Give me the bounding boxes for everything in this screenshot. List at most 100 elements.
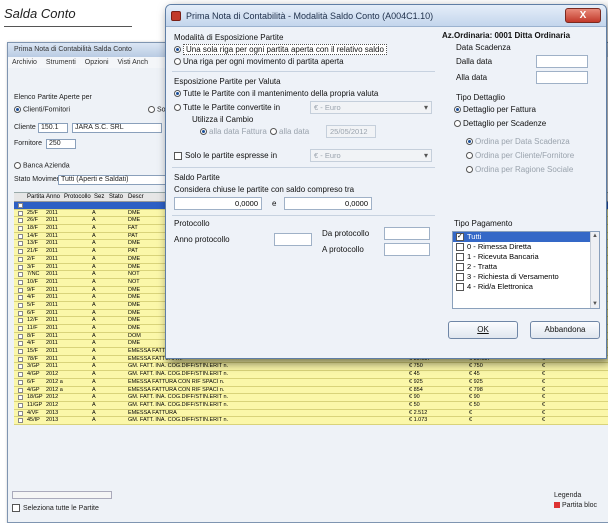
radio-ordina-data[interactable]: Ordina per Data Scadenza xyxy=(466,137,570,146)
list-scrollbar[interactable]: ▲ ▼ xyxy=(590,232,599,308)
saldo-da-field[interactable]: 0,0000 xyxy=(174,197,262,210)
row-checkbox[interactable] xyxy=(18,295,23,301)
row-checkbox[interactable] xyxy=(18,256,23,262)
row-checkbox[interactable] xyxy=(18,264,23,270)
table-row[interactable]: 4/GP 2012 A GM. FATT. INA. COG.DIFF/STIN.ER… xyxy=(14,371,608,379)
row-checkbox[interactable] xyxy=(18,249,23,255)
checkbox-icon[interactable] xyxy=(456,263,464,272)
row-checkbox[interactable] xyxy=(18,387,23,393)
row-checkbox[interactable] xyxy=(18,364,23,370)
row-checkbox[interactable] xyxy=(18,302,23,308)
ok-button[interactable]: OK xyxy=(448,321,518,339)
row-checkbox[interactable] xyxy=(18,279,23,285)
close-icon[interactable]: X xyxy=(565,8,601,23)
row-checkbox[interactable] xyxy=(18,341,23,347)
data-cambio-field[interactable]: 25/05/2012 xyxy=(326,125,376,138)
menu-visti[interactable]: Visti Anch xyxy=(117,59,148,66)
row-checkbox[interactable] xyxy=(18,326,23,331)
alla-data-field[interactable] xyxy=(536,71,588,84)
row-checkbox[interactable] xyxy=(18,410,23,416)
checkbox-icon[interactable]: ✓ xyxy=(456,233,464,242)
valuta-solo-select[interactable]: € - Euro xyxy=(310,149,432,162)
radio-ordina-ragione[interactable]: Ordina per Ragione Sociale xyxy=(466,165,573,174)
table-row[interactable]: 11/GP 2012 A GM. FATT. INA. COG.DIFF/STIN.E… xyxy=(14,401,608,410)
checkbox-icon[interactable] xyxy=(456,243,464,252)
pagamento-item[interactable]: 2 - Tratta xyxy=(453,262,599,272)
table-row[interactable]: 6/F 2012 a A EMESSA FATTURA CON RIF SPACI n… xyxy=(14,378,608,387)
dalla-data-field[interactable] xyxy=(536,55,588,68)
row-checkbox[interactable] xyxy=(18,395,23,401)
col-partita[interactable]: Partita xyxy=(27,193,44,202)
radio-tutte-mantenimento[interactable]: Tutte le Partite con il mantenimento del… xyxy=(174,89,378,98)
row-checkbox[interactable] xyxy=(18,287,23,293)
row-checkbox[interactable] xyxy=(18,372,23,378)
radio-alla-data-fattura[interactable]: alla data Fattura xyxy=(200,127,267,136)
checkbox-icon[interactable] xyxy=(456,283,464,292)
da-protocollo-field[interactable] xyxy=(384,227,430,240)
radio-dettaglio-fattura[interactable]: Dettaglio per Fattura xyxy=(454,105,536,114)
cliente-name-field[interactable]: JARA S.C. SRL xyxy=(72,123,162,133)
table-row[interactable]: 4/VF 2013 A EMESSA FATTURA € 2.512 € € xyxy=(14,409,608,418)
pagamento-item[interactable]: 1 - Ricevuta Bancaria xyxy=(453,252,599,262)
row-checkbox[interactable] xyxy=(18,241,23,247)
row-checkbox[interactable] xyxy=(18,310,23,316)
col-anno[interactable]: Anno xyxy=(46,193,60,202)
menu-opzioni[interactable]: Opzioni xyxy=(85,59,109,66)
menu-archivio[interactable]: Archivio xyxy=(12,59,37,66)
row-checkbox[interactable] xyxy=(18,349,23,355)
cell-saldo: € 90 xyxy=(469,394,480,401)
anno-protocollo-field[interactable] xyxy=(274,233,312,246)
table-row[interactable]: 45/IP 2013 A GM. FATT. INA. COG.DIFF/STIN.E… xyxy=(14,417,608,425)
table-row[interactable]: 18/GP 2012 A GM. FATT. INA. COG.DIFF/STIN.E… xyxy=(14,394,608,402)
cell-anno: 2011 xyxy=(46,271,58,278)
scroll-down-icon[interactable]: ▼ xyxy=(592,301,598,307)
a-protocollo-field[interactable] xyxy=(384,243,430,256)
pagamento-item[interactable]: 3 - Richiesta di Versamento xyxy=(453,272,599,282)
row-checkbox[interactable] xyxy=(18,210,23,216)
radio-clienti[interactable]: Clienti/Fornitori xyxy=(14,106,70,113)
radio-riga-movimento[interactable]: Una riga per ogni movimento di partita a… xyxy=(174,57,344,66)
row-checkbox[interactable] xyxy=(18,379,23,385)
radio-tutte-convertite[interactable]: Tutte le Partite convertite in xyxy=(174,103,280,112)
checkbox-icon[interactable] xyxy=(456,273,464,282)
radio-icon xyxy=(148,106,155,113)
valuta-convertite-select[interactable]: € - Euro xyxy=(310,101,432,114)
radio-icon xyxy=(174,104,181,112)
seleziona-tutte-checkbox[interactable]: Seleziona tutte le Partite xyxy=(12,504,99,512)
check-solo-partite[interactable]: Solo le partite espresse in xyxy=(174,151,277,160)
abbandona-button[interactable]: Abbandona xyxy=(530,321,600,339)
table-row[interactable]: 3/GP 2011 A GM. FATT. INA. COG.DIFF/STIN.ER… xyxy=(14,363,608,372)
radio-ordina-cliente[interactable]: Ordina per Cliente/Fornitore xyxy=(466,151,574,160)
row-checkbox[interactable] xyxy=(18,418,23,424)
pagamento-item[interactable]: 4 - Rid/a Elettronica xyxy=(453,282,599,292)
row-checkbox[interactable] xyxy=(18,356,23,362)
row-checkbox[interactable] xyxy=(18,402,23,408)
pagamento-item[interactable]: ✓ Tutti xyxy=(453,232,599,242)
col-sez[interactable]: Sez xyxy=(94,193,104,202)
row-checkbox[interactable] xyxy=(18,272,23,278)
col-descr[interactable]: Descr xyxy=(128,193,144,202)
saldo-a-field[interactable]: 0,0000 xyxy=(284,197,372,210)
col-protocollo[interactable]: Protocollo xyxy=(64,193,91,202)
scroll-up-icon[interactable]: ▲ xyxy=(592,233,598,239)
radio-una-riga[interactable]: Una sola riga per ogni partita aperta co… xyxy=(174,44,387,55)
menu-strumenti[interactable]: Strumenti xyxy=(46,59,76,66)
cliente-code-field[interactable]: 150.1 xyxy=(38,123,68,133)
row-checkbox[interactable] xyxy=(18,203,23,208)
row-checkbox[interactable] xyxy=(18,233,23,239)
horizontal-scrollbar[interactable] xyxy=(12,491,112,499)
tipo-pagamento-list[interactable]: ✓ Tutti 0 - Rimessa Diretta 1 - Ricevuta Ba… xyxy=(452,231,600,309)
radio-dettaglio-scadenza[interactable]: Dettaglio per Scadenze xyxy=(454,119,546,128)
checkbox-icon[interactable] xyxy=(456,253,464,262)
radio-alla-data[interactable]: alla data xyxy=(270,127,309,136)
table-row[interactable]: 4/GP 2012 a A EMESSA FATTURA CON RIF SPACI … xyxy=(14,386,608,395)
col-stato[interactable]: Stato xyxy=(109,193,123,202)
stato-select[interactable]: Tutti (Aperti e Saldati) xyxy=(58,175,166,185)
pagamento-item[interactable]: 0 - Rimessa Diretta xyxy=(453,242,599,252)
radio-banca[interactable]: Banca Azienda xyxy=(14,162,70,169)
fornitore-code-field[interactable]: 250 xyxy=(46,139,76,149)
row-checkbox[interactable] xyxy=(18,318,23,324)
row-checkbox[interactable] xyxy=(18,226,23,232)
row-checkbox[interactable] xyxy=(18,333,23,339)
row-checkbox[interactable] xyxy=(18,218,23,224)
